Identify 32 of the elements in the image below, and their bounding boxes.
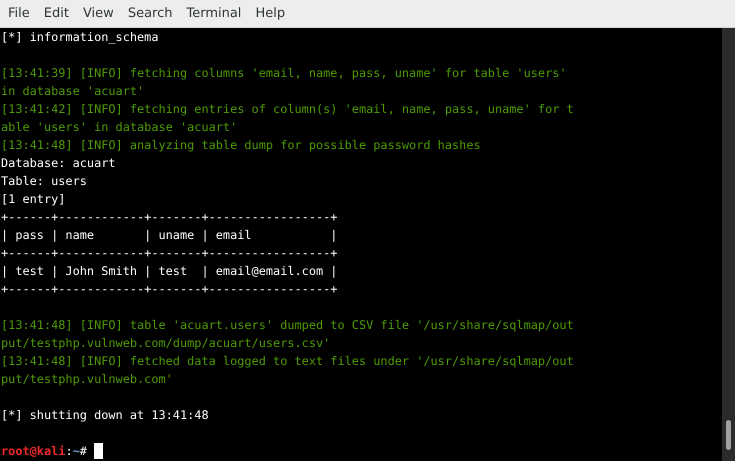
terminal-line: put/testphp.vulnweb.com' <box>1 371 173 388</box>
terminal-line: +------+------------+-------+-----------------+ <box>1 209 338 226</box>
terminal-line: [13:41:42] [INFO] fetching entries of column(s) 'email, name, pass, uname' for t <box>1 101 574 118</box>
terminal-line: +------+------------+-------+-----------------+ <box>1 245 338 262</box>
cursor <box>94 443 103 459</box>
terminal-line: [13:41:48] [INFO] analyzing table dump for possible password hashes <box>1 137 481 154</box>
prompt-user: root@kali <box>1 443 66 460</box>
prompt-separator: : <box>65 443 73 460</box>
scrollbar-thumb[interactable] <box>726 420 731 450</box>
terminal-line: put/testphp.vulnweb.com/dump/acuart/users.csv' <box>1 335 330 352</box>
scrollbar[interactable] <box>722 28 735 461</box>
terminal-line: [13:41:48] [INFO] fetched data logged to text files under '/usr/share/sqlmap/out <box>1 353 574 370</box>
menu-item[interactable]: Help <box>249 6 294 21</box>
terminal-line: | pass | name | uname | email | <box>1 227 338 244</box>
terminal-line: [*] information_schema <box>1 29 158 46</box>
menu-item[interactable]: View <box>76 6 122 21</box>
terminal-line: [13:41:39] [INFO] fetching columns 'email, name, pass, uname' for table 'users' <box>1 65 567 82</box>
terminal-line: in database 'acuart' <box>1 83 144 100</box>
terminal-line: [1 entry] <box>1 191 66 208</box>
terminal-line: | test | John Smith | test | email@email.com | <box>1 263 338 280</box>
terminal-line: Database: acuart <box>1 155 116 172</box>
terminal-line: Table: users <box>1 173 87 190</box>
terminal-line: +------+------------+-------+-----------------+ <box>1 281 338 298</box>
menu-item[interactable]: File <box>2 6 38 21</box>
menu-item[interactable]: Search <box>122 6 180 21</box>
menu-item[interactable]: Edit <box>38 6 77 21</box>
terminal-line: [13:41:48] [INFO] table 'acuart.users' dumped to CSV file '/usr/share/sqlmap/out <box>1 317 574 334</box>
prompt-path: ~ <box>72 443 80 460</box>
prompt-symbol: # <box>80 443 87 460</box>
terminal-line: [*] shutting down at 13:41:48 <box>1 407 209 424</box>
terminal-line: able 'users' in database 'acuart' <box>1 119 238 136</box>
menu-item[interactable]: Terminal <box>180 6 250 21</box>
